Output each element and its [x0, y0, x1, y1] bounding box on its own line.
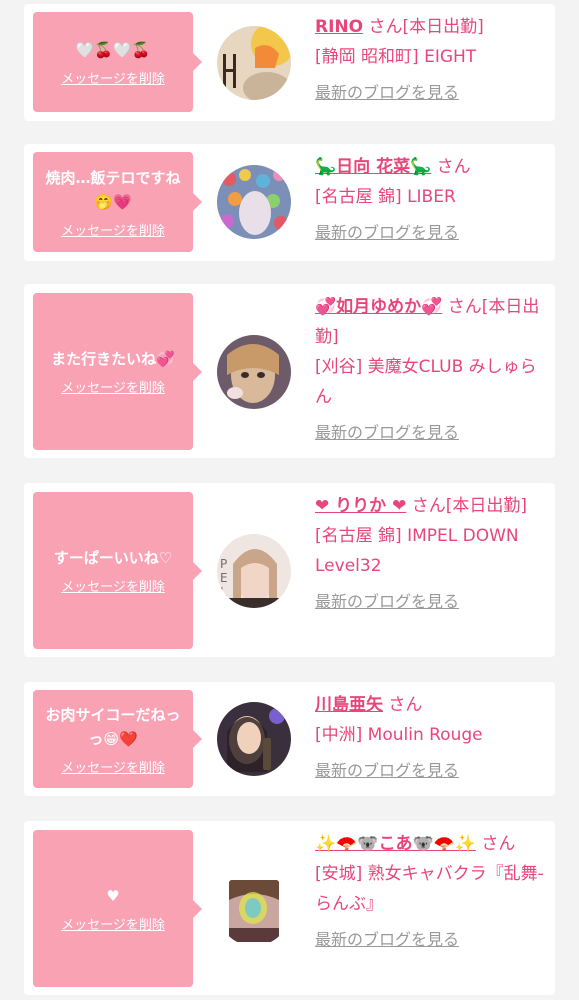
message-card: すーぱーいいね♡ メッセージを削除 P E L ❤ りりか ❤ さん[本日出勤]…: [24, 483, 555, 657]
avatar[interactable]: [217, 872, 291, 946]
message-card: 焼肉…飯テロですね🤭💗 メッセージを削除 🦕日向 花菜🦕 さん [名古屋 錦] …: [24, 144, 555, 261]
delete-message-link[interactable]: メッセージを削除: [61, 576, 165, 595]
latest-blog-link[interactable]: 最新のブログを見る: [315, 418, 545, 448]
avatar[interactable]: P E L: [217, 534, 291, 608]
message-text: ♥: [106, 887, 120, 905]
cast-info: ✨🪭🐨こあ🐨🪭✨ さん [安城] 熟女キャバクラ『乱舞-らんぶ』 最新のブログを…: [315, 829, 545, 955]
latest-blog-link[interactable]: 最新のブログを見る: [315, 756, 545, 786]
cast-suffix: さん: [481, 834, 516, 854]
cast-info: RINO さん[本日出勤] [静岡 昭和町] EIGHT 最新のブログを見る: [315, 12, 545, 108]
cast-info: ❤ りりか ❤ さん[本日出勤] [名古屋 錦] IMPEL DOWN Leve…: [315, 491, 545, 617]
cast-suffix: さん[本日出勤]: [368, 17, 484, 37]
shop-name: [静岡 昭和町] EIGHT: [315, 47, 477, 67]
message-bubble: すーぱーいいね♡ メッセージを削除: [33, 492, 202, 649]
cast-name-link[interactable]: RINO: [315, 17, 363, 37]
cast-suffix: さん[本日出勤]: [411, 496, 527, 516]
delete-message-link[interactable]: メッセージを削除: [61, 757, 165, 776]
message-bubble: また行きたいね💞 メッセージを削除: [33, 293, 202, 450]
message-card: お肉サイコーだねっっ😁❤️ メッセージを削除 川島亜矢 さん [中洲] Moul…: [24, 682, 555, 796]
cast-info: 💞如月ゆめか💞 さん[本日出勤] [刈谷] 美魔女CLUB みしゅらん 最新のブ…: [315, 292, 545, 448]
avatar[interactable]: [217, 702, 291, 776]
message-text: すーぱーいいね♡: [53, 549, 173, 567]
avatar[interactable]: [217, 165, 291, 239]
cast-name-link[interactable]: 💞如月ゆめか💞: [315, 297, 442, 317]
delete-message-link[interactable]: メッセージを削除: [61, 220, 165, 239]
avatar-image: P E L: [217, 534, 291, 608]
shop-name: [名古屋 錦] LIBER: [315, 187, 456, 207]
message-bubble: 🤍🍒🤍🍒 メッセージを削除: [33, 12, 202, 112]
message-text: また行きたいね💞: [51, 350, 175, 368]
cast-name-link[interactable]: 川島亜矢: [315, 695, 383, 715]
cast-info: 川島亜矢 さん [中洲] Moulin Rouge 最新のブログを見る: [315, 690, 545, 786]
avatar-image: [217, 702, 291, 776]
delete-message-link[interactable]: メッセージを削除: [61, 68, 165, 87]
avatar[interactable]: [217, 335, 291, 409]
avatar[interactable]: [217, 26, 291, 100]
shop-name: [名古屋 錦] IMPEL DOWN Level32: [315, 526, 519, 576]
message-bubble: ♥ メッセージを削除: [33, 830, 202, 987]
svg-text:P: P: [220, 557, 227, 571]
message-bubble: お肉サイコーだねっっ😁❤️ メッセージを削除: [33, 690, 202, 788]
latest-blog-link[interactable]: 最新のブログを見る: [315, 587, 545, 617]
cast-suffix: さん: [388, 695, 423, 715]
message-text: 🤍🍒🤍🍒: [75, 40, 151, 59]
avatar-image: [217, 165, 291, 239]
cast-name-link[interactable]: 🦕日向 花菜🦕: [315, 157, 431, 177]
avatar-image: [217, 335, 291, 409]
svg-text:L: L: [220, 585, 227, 599]
avatar-image: [217, 26, 291, 100]
cast-suffix: さん: [436, 157, 471, 177]
latest-blog-link[interactable]: 最新のブログを見る: [315, 218, 545, 248]
delete-message-link[interactable]: メッセージを削除: [61, 377, 165, 396]
message-card: また行きたいね💞 メッセージを削除 💞如月ゆめか💞 さん[本日出勤] [刈谷] …: [24, 284, 555, 458]
shop-name: [中洲] Moulin Rouge: [315, 725, 483, 745]
latest-blog-link[interactable]: 最新のブログを見る: [315, 925, 545, 955]
delete-message-link[interactable]: メッセージを削除: [61, 914, 165, 933]
shop-name: [安城] 熟女キャバクラ『乱舞-らんぶ』: [315, 864, 544, 914]
message-card: ♥ メッセージを削除 ✨🪭🐨こあ🐨🪭✨ さん [安城] 熟女キャバクラ『乱舞-ら…: [24, 821, 555, 995]
cast-name-link[interactable]: ❤ りりか ❤: [315, 496, 406, 516]
avatar-image: [217, 872, 291, 946]
message-text: 焼肉…飯テロですね🤭💗: [45, 168, 181, 211]
cast-name-link[interactable]: ✨🪭🐨こあ🐨🪭✨: [315, 834, 476, 854]
svg-text:E: E: [220, 571, 228, 585]
latest-blog-link[interactable]: 最新のブログを見る: [315, 78, 545, 108]
cast-info: 🦕日向 花菜🦕 さん [名古屋 錦] LIBER 最新のブログを見る: [315, 152, 545, 248]
message-bubble: 焼肉…飯テロですね🤭💗 メッセージを削除: [33, 152, 202, 252]
message-card: 🤍🍒🤍🍒 メッセージを削除 RINO さん[本日出勤] [静岡 昭和町] EIG…: [24, 4, 555, 121]
shop-name: [刈谷] 美魔女CLUB みしゅらん: [315, 357, 537, 407]
message-text: お肉サイコーだねっっ😁❤️: [45, 705, 181, 748]
